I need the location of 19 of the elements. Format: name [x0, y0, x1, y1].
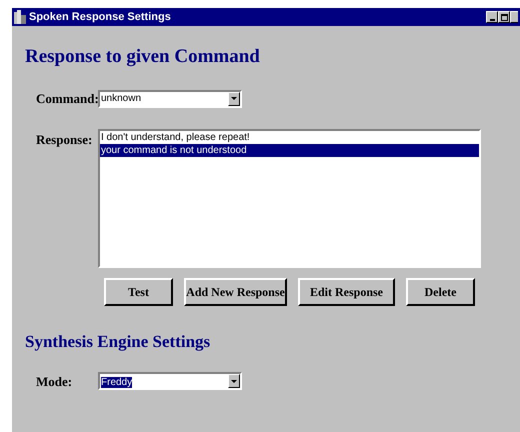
maximize-button[interactable] — [498, 11, 510, 23]
mode-label: Mode: — [36, 372, 74, 390]
action-button[interactable]: Test — [104, 278, 173, 306]
action-button[interactable]: Delete — [406, 278, 475, 306]
command-dropdown[interactable]: unknown — [98, 90, 242, 108]
minimize-button[interactable] — [486, 11, 498, 23]
response-label: Response: — [36, 130, 94, 149]
command-label: Command: — [36, 90, 98, 108]
response-list[interactable]: I don't understand, please repeat! your command is not understood — [98, 128, 481, 268]
app-icon — [14, 10, 26, 24]
mode-dropdown[interactable]: Freddy — [98, 372, 242, 390]
window-title: Spoken Response Settings — [29, 10, 171, 25]
close-button[interactable] — [510, 11, 518, 23]
list-item[interactable]: I don't understand, please repeat! — [100, 130, 479, 144]
action-button[interactable]: Edit Response — [298, 278, 395, 306]
action-button[interactable]: Add New Response — [184, 278, 287, 306]
section-heading: Synthesis Engine Settings — [25, 330, 212, 350]
section-heading: Response to given Command — [25, 45, 261, 67]
list-item[interactable]: your command is not understood — [100, 144, 479, 156]
